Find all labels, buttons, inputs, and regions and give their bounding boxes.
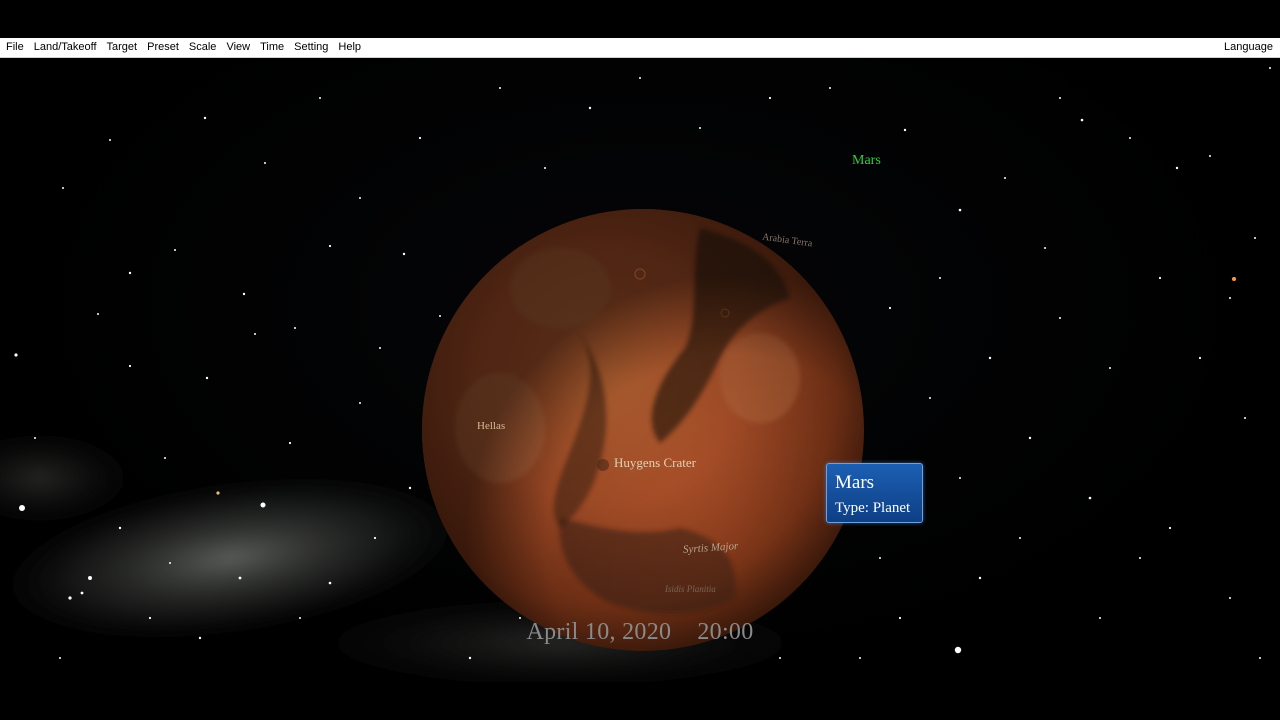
menu-bar: File Land/Takeoff Target Preset Scale Vi…: [0, 38, 1280, 58]
menu-view[interactable]: View: [221, 38, 255, 57]
menu-file[interactable]: File: [1, 38, 29, 57]
starfield: [0, 67, 1271, 682]
orange-star: [1232, 277, 1236, 281]
menu-target[interactable]: Target: [102, 38, 143, 57]
menu-help[interactable]: Help: [333, 38, 366, 57]
feature-label-hellas[interactable]: Hellas: [477, 420, 505, 432]
info-title: Mars: [835, 472, 875, 493]
menu-scale[interactable]: Scale: [184, 38, 222, 57]
menu-language[interactable]: Language: [1219, 38, 1280, 57]
date-display: April 10, 2020: [526, 619, 672, 645]
letterbox-top: [0, 0, 1280, 38]
date-time-display: April 10, 2020 20:00: [0, 619, 1280, 646]
menu-setting[interactable]: Setting: [289, 38, 333, 57]
planet-label[interactable]: Mars: [852, 153, 881, 169]
letterbox-bottom: [0, 682, 1280, 720]
yellow-star: [216, 491, 220, 495]
app-window: File Land/Takeoff Target Preset Scale Vi…: [0, 0, 1280, 720]
feature-label-huygens[interactable]: Huygens Crater: [614, 455, 696, 471]
space-viewport[interactable]: Mars Huygens Crater Hellas Syrtis Major …: [0, 58, 1280, 682]
object-info-panel[interactable]: Mars Type: Planet: [826, 463, 923, 523]
time-display: 20:00: [697, 619, 754, 645]
feature-label-bottom[interactable]: Isidis Planitia: [665, 584, 716, 594]
menu-land-takeoff[interactable]: Land/Takeoff: [29, 38, 102, 57]
menu-items: File Land/Takeoff Target Preset Scale Vi…: [0, 38, 366, 57]
menu-time[interactable]: Time: [255, 38, 289, 57]
menu-preset[interactable]: Preset: [142, 38, 184, 57]
info-type: Type: Planet: [835, 500, 911, 516]
